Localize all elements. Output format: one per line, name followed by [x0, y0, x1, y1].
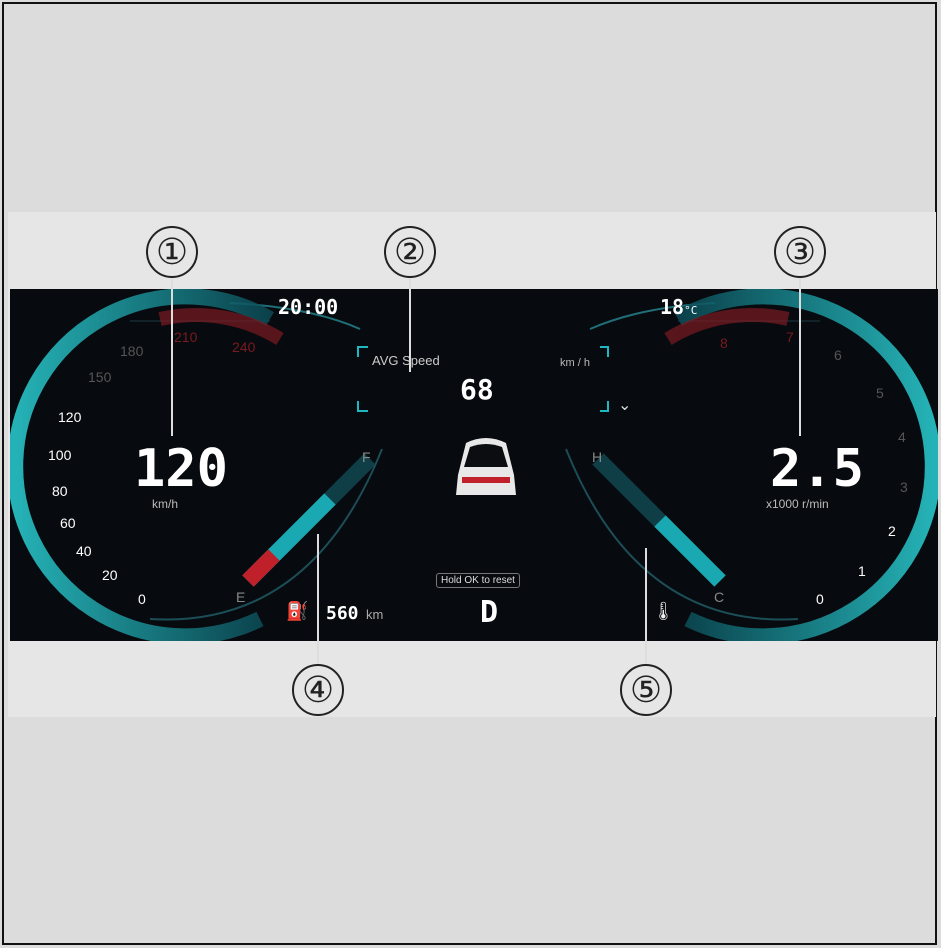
callout-leader-lines — [171, 278, 801, 664]
